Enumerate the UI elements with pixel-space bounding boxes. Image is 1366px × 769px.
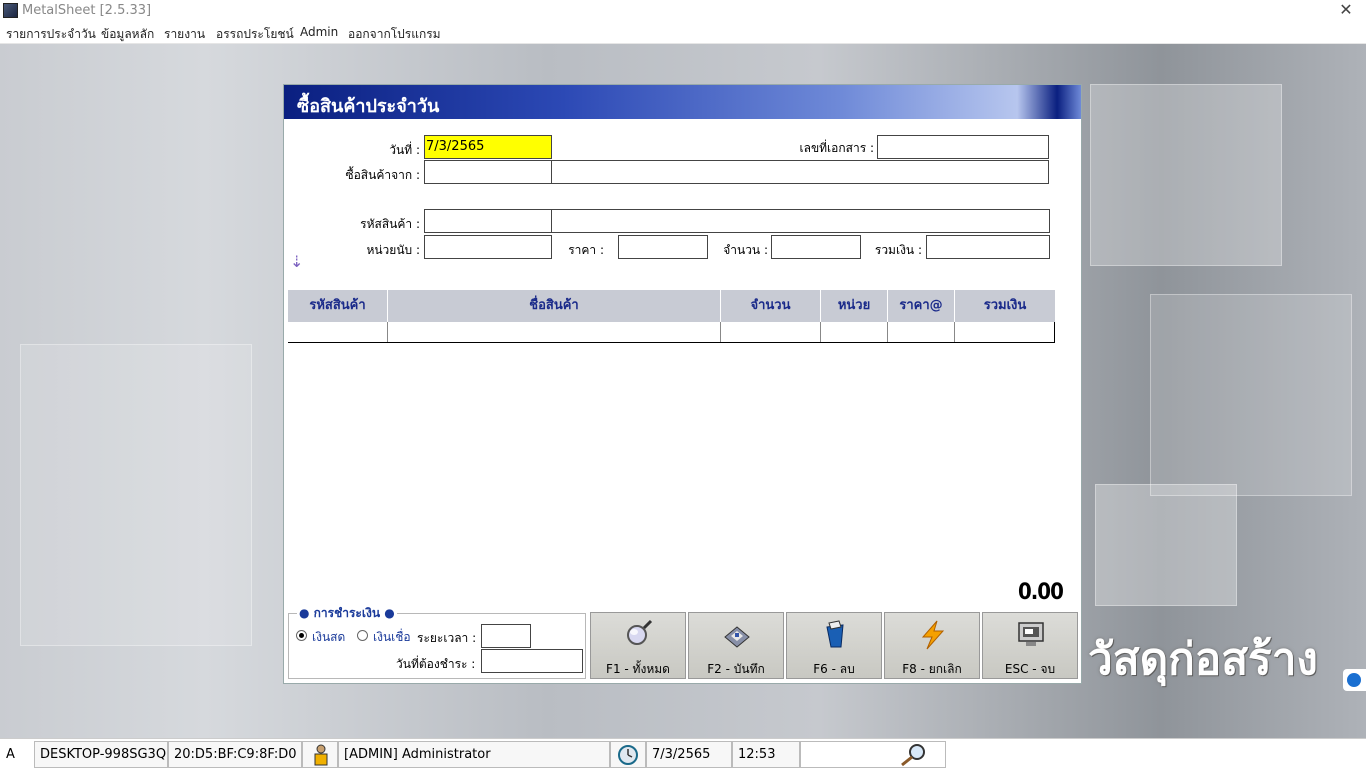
col-price[interactable]: ราคา@	[888, 290, 955, 322]
status-mac: 20:D5:BF:C9:8F:D0	[168, 741, 302, 768]
status-user: [ADMIN] Administrator	[338, 741, 610, 768]
status-time: 12:53	[732, 741, 800, 768]
background-cube	[1095, 484, 1237, 606]
supplier-code-field[interactable]	[424, 160, 552, 184]
status-mode: A	[0, 741, 34, 768]
menu-bar: รายการประจำวัน ข้อมูลหลัก รายงาน อรรถประ…	[0, 22, 1366, 44]
f8-cancel-button[interactable]: F8 - ยกเลิก	[884, 612, 980, 679]
background-cube	[1150, 294, 1352, 496]
table-cell[interactable]	[288, 322, 388, 342]
unit-label: หน่วยนับ :	[366, 243, 420, 257]
app-icon	[3, 3, 18, 18]
magnifier-icon	[627, 619, 653, 645]
table-row[interactable]	[288, 322, 1055, 343]
floppy-disk-icon	[724, 626, 750, 648]
status-date: 7/3/2565	[646, 741, 732, 768]
dialog-title: ซื้อสินค้าประจำวัน	[297, 96, 440, 117]
cash-label: เงินสด	[312, 630, 346, 644]
menu-admin[interactable]: Admin	[300, 25, 338, 39]
grand-total: 0.00	[1018, 580, 1064, 605]
unit-field[interactable]	[424, 235, 552, 259]
doc-no-label: เลขที่เอกสาร :	[799, 141, 874, 155]
arrow-down-icon: ⇣	[290, 252, 304, 271]
grid-header: รหัสสินค้า ชื่อสินค้า จำนวน หน่วย ราคา@ …	[288, 290, 1055, 322]
qty-field[interactable]	[771, 235, 861, 259]
teamviewer-icon[interactable]	[1343, 669, 1366, 691]
f1-all-button[interactable]: F1 - ทั้งหมด	[590, 612, 686, 679]
window-title: MetalSheet [2.5.33]	[22, 3, 152, 18]
lightning-icon	[921, 620, 945, 650]
table-cell[interactable]	[388, 322, 721, 342]
dialog-header: ซื้อสินค้าประจำวัน	[284, 85, 1081, 119]
menu-exit[interactable]: ออกจากโปรแกรม	[348, 25, 441, 44]
menu-master-data[interactable]: ข้อมูลหลัก	[101, 25, 154, 44]
period-label: ระยะเวลา :	[417, 631, 477, 645]
due-date-label: วันที่ต้องชำระ :	[396, 657, 476, 671]
esc-exit-button[interactable]: ESC - จบ	[982, 612, 1078, 679]
f8-label: F8 - ยกเลิก	[902, 662, 962, 676]
cash-radio[interactable]	[296, 630, 307, 641]
brand-text: วัสดุก่อสร้าง	[1088, 634, 1318, 685]
price-field[interactable]	[618, 235, 708, 259]
period-field[interactable]	[481, 624, 531, 648]
doc-no-field[interactable]	[877, 135, 1049, 159]
purchase-dialog: ซื้อสินค้าประจำวัน วันที่ : 7/3/2565 เลข…	[283, 84, 1082, 684]
date-field[interactable]: 7/3/2565	[424, 135, 552, 159]
esc-label: ESC - จบ	[1004, 662, 1056, 676]
status-computer: DESKTOP-998SG3Q	[34, 741, 168, 768]
status-user-slot	[302, 741, 338, 768]
menu-reports[interactable]: รายงาน	[164, 25, 205, 44]
col-total[interactable]: รวมเงิน	[955, 290, 1055, 322]
price-label: ราคา :	[568, 243, 604, 257]
product-name-field[interactable]	[551, 209, 1050, 233]
trash-bin-icon	[826, 620, 844, 648]
table-cell[interactable]	[955, 322, 1055, 342]
background-cube	[1090, 84, 1282, 266]
product-code-field[interactable]	[424, 209, 552, 233]
qty-label: จำนวน :	[723, 243, 768, 257]
payment-group: ● การชำระเงิน ● เงินสด เงินเชื่อ ระยะเวล…	[288, 604, 586, 679]
col-product-name[interactable]: ชื่อสินค้า	[388, 290, 721, 322]
status-search-slot[interactable]	[800, 741, 946, 768]
close-button[interactable]: ✕	[1326, 0, 1366, 22]
credit-label: เงินเชื่อ	[373, 630, 411, 644]
payment-legend: ● การชำระเงิน ●	[297, 604, 397, 623]
status-clock-slot	[610, 741, 646, 768]
menu-utilities[interactable]: อรรถประโยชน์	[216, 25, 294, 44]
due-date-field[interactable]	[481, 649, 583, 673]
supplier-label: ซื้อสินค้าจาก :	[345, 168, 420, 182]
credit-radio[interactable]	[357, 630, 368, 641]
clock-icon	[618, 745, 638, 765]
f1-label: F1 - ทั้งหมด	[606, 662, 670, 676]
table-cell[interactable]	[721, 322, 821, 342]
date-label: วันที่ :	[389, 143, 420, 157]
table-cell[interactable]	[821, 322, 888, 342]
col-product-code[interactable]: รหัสสินค้า	[288, 290, 388, 322]
background-cube	[20, 344, 252, 646]
f2-label: F2 - บันทึก	[707, 662, 765, 676]
f2-save-button[interactable]: F2 - บันทึก	[688, 612, 784, 679]
menu-daily[interactable]: รายการประจำวัน	[6, 25, 96, 44]
product-code-label: รหัสสินค้า :	[360, 217, 420, 231]
user-icon	[314, 744, 328, 766]
f6-label: F6 - ลบ	[813, 662, 855, 676]
total-label: รวมเงิน :	[874, 243, 922, 257]
monitor-icon	[1018, 622, 1044, 646]
supplier-name-field[interactable]	[551, 160, 1049, 184]
col-unit[interactable]: หน่วย	[821, 290, 888, 322]
total-field[interactable]	[926, 235, 1050, 259]
status-bar: A DESKTOP-998SG3Q 20:D5:BF:C9:8F:D0 [ADM…	[0, 738, 1366, 769]
table-cell[interactable]	[888, 322, 955, 342]
title-bar: MetalSheet [2.5.33] ✕	[0, 0, 1366, 22]
f6-delete-button[interactable]: F6 - ลบ	[786, 612, 882, 679]
col-qty[interactable]: จำนวน	[721, 290, 821, 322]
search-icon	[901, 744, 925, 767]
